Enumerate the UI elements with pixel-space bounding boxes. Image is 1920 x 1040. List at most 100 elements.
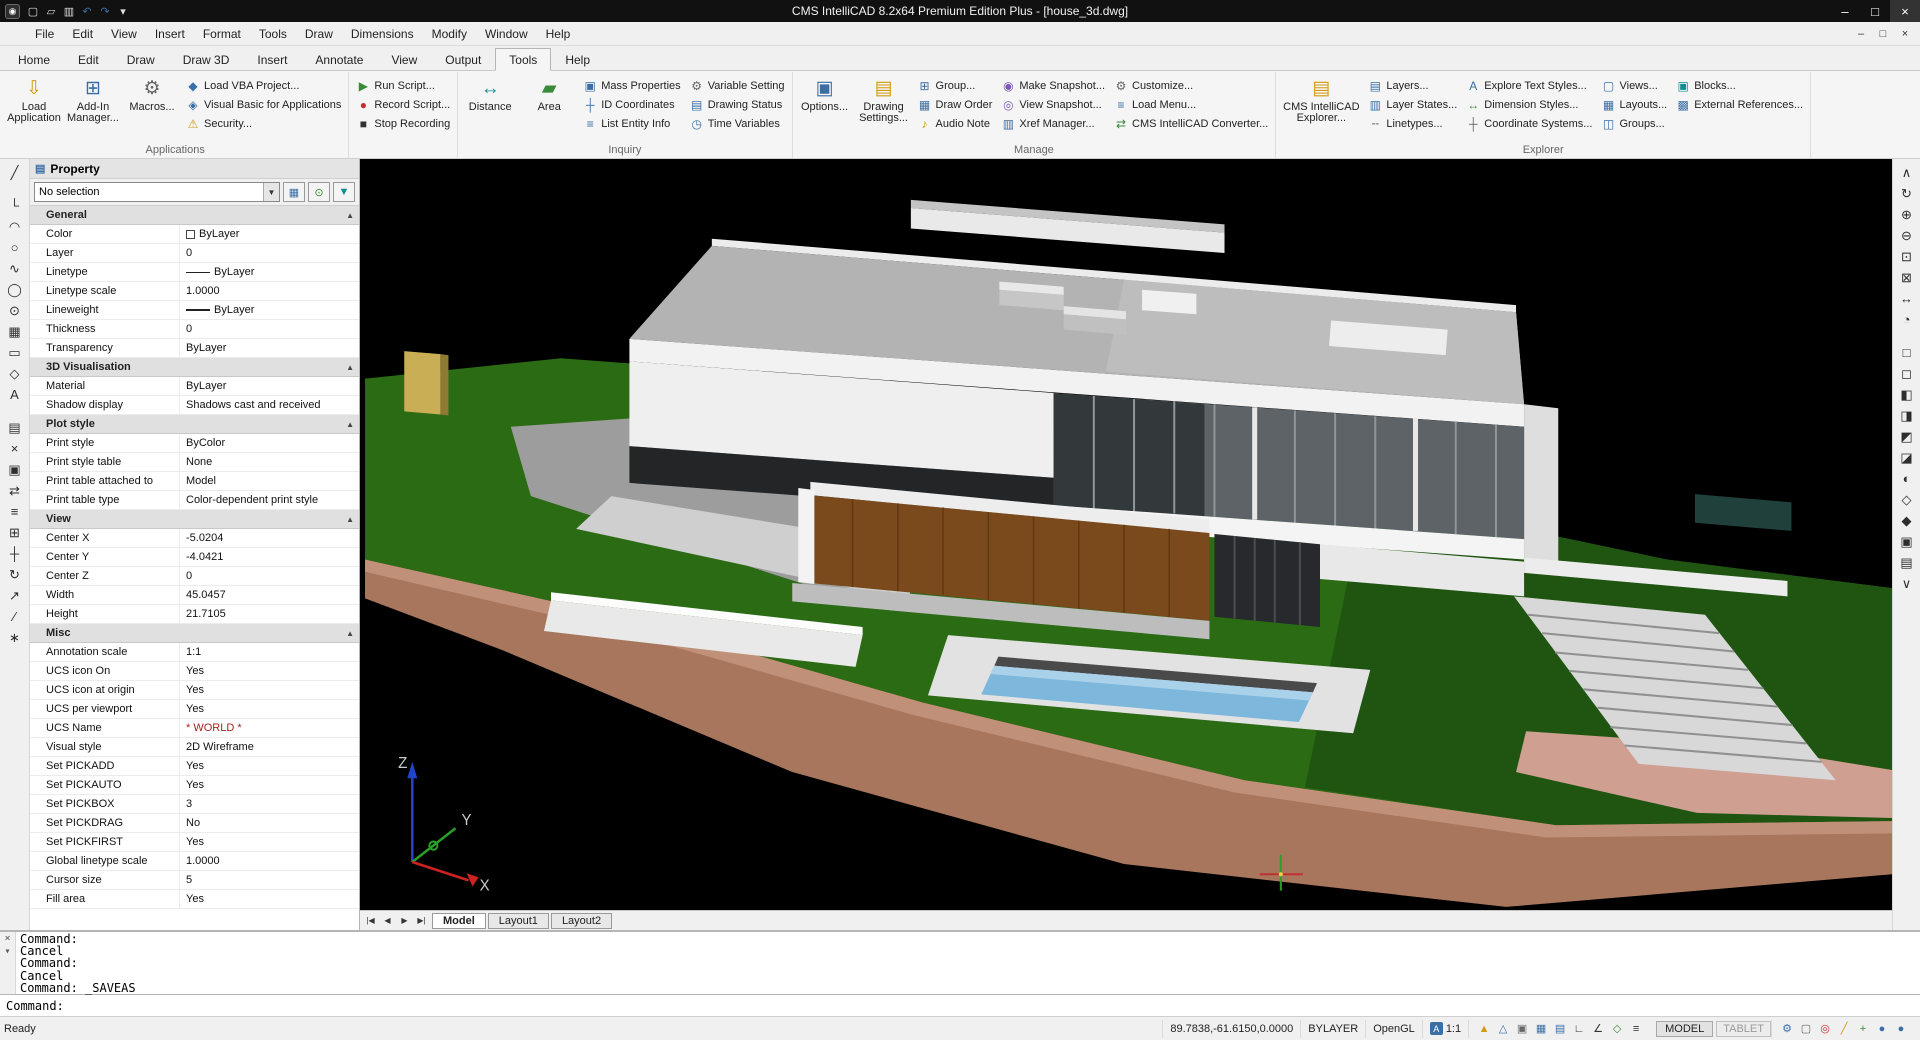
zoom-window-icon[interactable]: ⊡ [1896, 246, 1918, 267]
tab-draw-3d[interactable]: Draw 3D [169, 48, 244, 71]
annotation-scale-control[interactable]: A 1:1 [1422, 1020, 1468, 1038]
row-pickfirst[interactable]: Set PICKFIRST Yes [30, 833, 359, 852]
row-pickauto[interactable]: Set PICKAUTO Yes [30, 776, 359, 795]
minimize-button[interactable]: – [1830, 0, 1860, 22]
row-color[interactable]: Color ByLayer [30, 225, 359, 244]
menu-dimensions[interactable]: Dimensions [342, 22, 423, 45]
row-pickdrag[interactable]: Set PICKDRAG No [30, 814, 359, 833]
tablet-toggle[interactable]: TABLET [1716, 1021, 1771, 1037]
text-styles-button[interactable]: A Explore Text Styles... [1462, 76, 1596, 95]
row-ucs-icon-origin[interactable]: UCS icon at origin Yes [30, 681, 359, 700]
tool-polygon-icon[interactable]: ◇ [4, 363, 26, 384]
row-thickness[interactable]: Thickness 0 [30, 320, 359, 339]
row-linetype-scale[interactable]: Linetype scale 1.0000 [30, 282, 359, 301]
web-icon[interactable]: ● [1874, 1023, 1890, 1035]
child-minimize-button[interactable]: – [1851, 25, 1871, 43]
tool-circle-icon[interactable]: ○ [4, 237, 26, 258]
tool-copy-icon[interactable]: ▣ [4, 459, 26, 480]
selection-combo[interactable]: No selection ▼ [34, 182, 280, 202]
section-plot-style[interactable]: Plot style ▲ [30, 415, 359, 434]
last-layout-icon[interactable]: ▶| [413, 913, 430, 929]
viewport-3d-scene[interactable]: Z Y X [360, 159, 1892, 910]
menu-window[interactable]: Window [476, 22, 537, 45]
tool-text-icon[interactable]: A [4, 384, 26, 405]
row-cursor-size[interactable]: Cursor size 5 [30, 871, 359, 890]
tab-help[interactable]: Help [551, 48, 604, 71]
ortho-icon[interactable]: ∟ [1571, 1023, 1587, 1035]
orbit-icon[interactable]: ◔ [1896, 309, 1918, 330]
groups-button[interactable]: ◫ Groups... [1597, 114, 1671, 133]
list-entity-info-button[interactable]: ≡ List Entity Info [579, 114, 684, 133]
target-icon[interactable]: ◎ [1817, 1022, 1833, 1035]
draw-order-button[interactable]: ▦ Draw Order [914, 95, 997, 114]
tool-scale-icon[interactable]: ↗ [4, 585, 26, 606]
camera-icon[interactable]: ▤ [1896, 552, 1918, 573]
tool-table-icon[interactable]: ▤ [4, 417, 26, 438]
named-views-icon[interactable]: ▣ [1896, 531, 1918, 552]
row-height[interactable]: Height 21.7105 [30, 605, 359, 624]
row-annotation-scale[interactable]: Annotation scale 1:1 [30, 643, 359, 662]
tab-draw[interactable]: Draw [113, 48, 169, 71]
view-front-icon[interactable]: ◻ [1896, 363, 1918, 384]
view-right-icon[interactable]: ◨ [1896, 405, 1918, 426]
section-view[interactable]: View ▲ [30, 510, 359, 529]
collapse-icon[interactable]: ▲ [346, 363, 354, 372]
annotation-visibility-icon[interactable]: ▲ [1476, 1023, 1492, 1035]
tab-layout2[interactable]: Layout2 [551, 913, 612, 929]
row-width[interactable]: Width 45.0457 [30, 586, 359, 605]
command-history[interactable]: Command: Cancel Command: Cancel Command:… [16, 932, 140, 994]
id-coordinates-button[interactable]: ┼ ID Coordinates [579, 95, 684, 114]
group-button[interactable]: ⊞ Group... [914, 76, 997, 95]
menu-insert[interactable]: Insert [146, 22, 194, 45]
esnap-icon[interactable]: ◇ [1609, 1022, 1625, 1035]
tab-edit[interactable]: Edit [64, 48, 113, 71]
dimension-styles-button[interactable]: ↔ Dimension Styles... [1462, 95, 1596, 114]
mass-properties-button[interactable]: ▣ Mass Properties [579, 76, 684, 95]
tool-polyline-icon[interactable]: └ [4, 195, 26, 216]
wireframe-icon[interactable]: ◇ [1896, 489, 1918, 510]
visual-basic-button[interactable]: ◈ Visual Basic for Applications [182, 95, 345, 114]
row-print-style-table[interactable]: Print style table None [30, 453, 359, 472]
menu-format[interactable]: Format [194, 22, 250, 45]
tool-offset-icon[interactable]: ≡ [4, 501, 26, 522]
row-transparency[interactable]: Transparency ByLayer [30, 339, 359, 358]
tool-mirror-icon[interactable]: ⇄ [4, 480, 26, 501]
row-print-table-type[interactable]: Print table type Color-dependent print s… [30, 491, 359, 510]
lineweight-toggle-icon[interactable]: ≡ [1628, 1023, 1644, 1035]
shade-icon[interactable]: ◐ [1896, 468, 1918, 489]
row-shadow-display[interactable]: Shadow display Shadows cast and received [30, 396, 359, 415]
renderer-display[interactable]: OpenGL [1365, 1020, 1422, 1038]
child-restore-button[interactable]: □ [1873, 25, 1893, 43]
stop-recording-button[interactable]: ■ Stop Recording [352, 114, 454, 133]
tool-arc-icon[interactable]: ◠ [4, 216, 26, 237]
views-button[interactable]: ▢ Views... [1597, 76, 1671, 95]
tool-erase-icon[interactable]: × [4, 438, 26, 459]
grid-icon[interactable]: ▤ [1552, 1022, 1568, 1035]
row-print-table-attached[interactable]: Print table attached to Model [30, 472, 359, 491]
next-layout-icon[interactable]: ▶ [396, 913, 413, 929]
annotation-autoscale-icon[interactable]: △ [1495, 1022, 1511, 1035]
tab-output[interactable]: Output [431, 48, 495, 71]
quick-toolbar-menu-icon[interactable]: ▾ [114, 2, 132, 20]
row-material[interactable]: Material ByLayer [30, 377, 359, 396]
external-references-button[interactable]: ▩ External References... [1672, 95, 1807, 114]
web-update-icon[interactable]: ● [1893, 1023, 1909, 1035]
tool-line-icon[interactable]: ╱ [4, 162, 26, 183]
row-center-z[interactable]: Center Z 0 [30, 567, 359, 586]
current-color-display[interactable]: BYLAYER [1300, 1020, 1365, 1038]
addin-manager-button[interactable]: ⊞ Add-In Manager... [64, 73, 122, 139]
tool-trim-icon[interactable]: ∕ [4, 606, 26, 627]
row-ucs-icon-on[interactable]: UCS icon On Yes [30, 662, 359, 681]
tool-array-icon[interactable]: ⊞ [4, 522, 26, 543]
collapse-icon[interactable]: ▲ [346, 420, 354, 429]
row-pickbox[interactable]: Set PICKBOX 3 [30, 795, 359, 814]
tab-layout1[interactable]: Layout1 [488, 913, 549, 929]
distance-button[interactable]: ↔ Distance [461, 73, 519, 139]
clean-screen-icon[interactable]: ▢ [1798, 1022, 1814, 1035]
menu-draw[interactable]: Draw [296, 22, 342, 45]
record-script-button[interactable]: ● Record Script... [352, 95, 454, 114]
close-button[interactable]: × [1890, 0, 1920, 22]
lock-icon[interactable]: ▣ [1514, 1022, 1530, 1035]
collapse-icon[interactable]: ▲ [346, 211, 354, 220]
layer-states-button[interactable]: ▥ Layer States... [1364, 95, 1461, 114]
